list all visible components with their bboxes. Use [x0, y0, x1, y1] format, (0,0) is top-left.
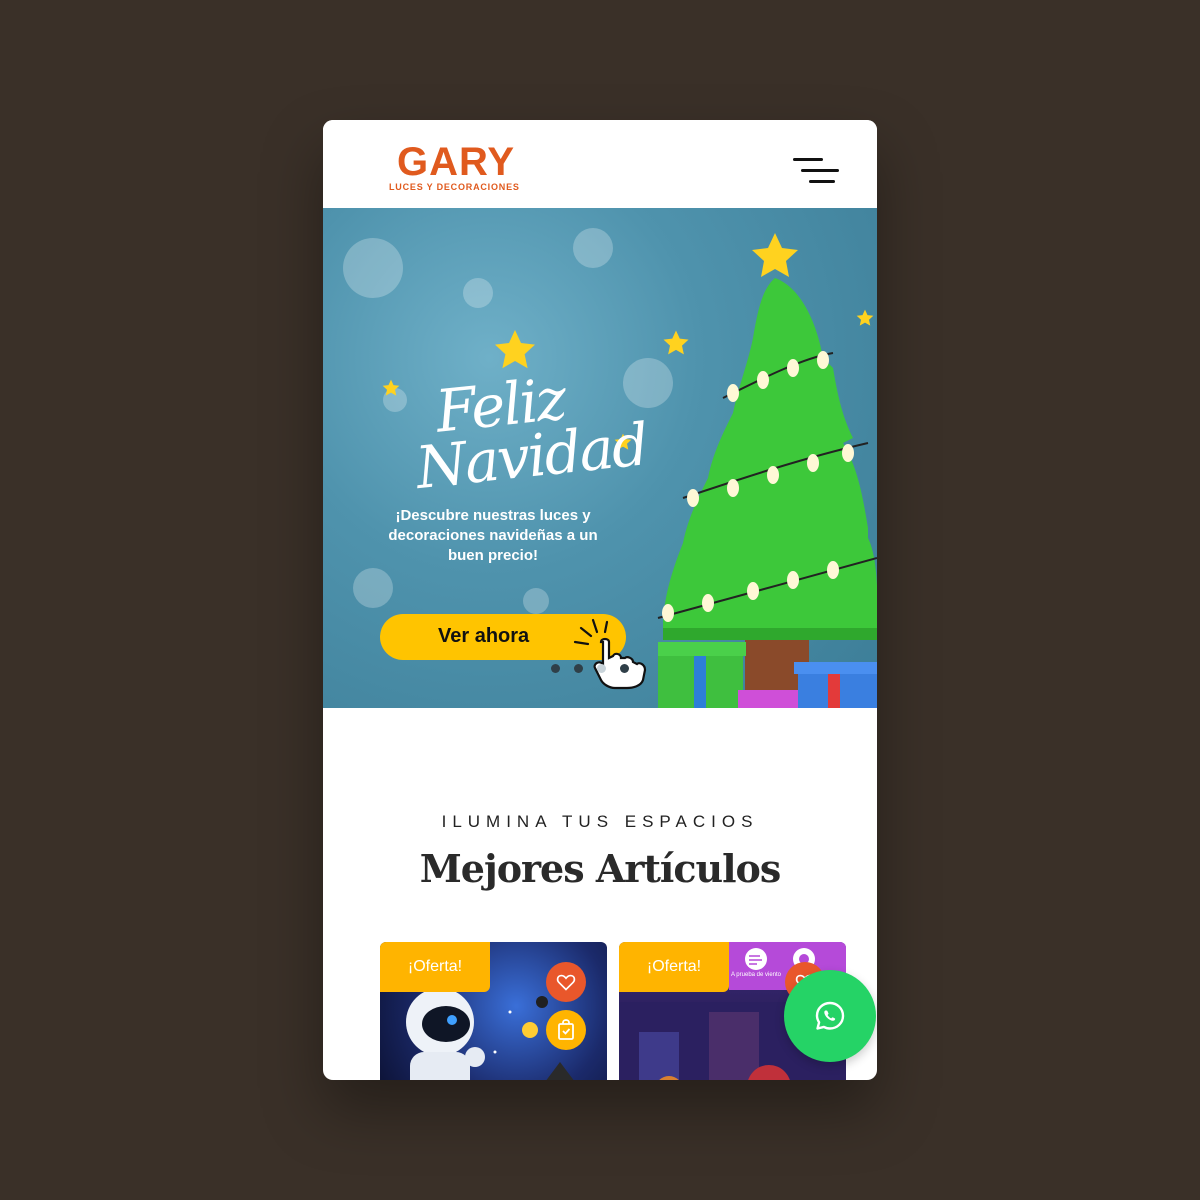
star-icon: [382, 379, 400, 396]
bokeh-light: [343, 238, 403, 298]
hero-subtitle: ¡Descubre nuestras luces y decoraciones …: [388, 507, 598, 564]
whatsapp-icon[interactable]: [784, 970, 876, 1062]
section-title: Mejores Artículos: [419, 846, 782, 891]
hero-cta-label: Ver ahora: [438, 625, 530, 647]
bokeh-light: [523, 588, 549, 614]
carousel-dot[interactable]: [551, 664, 560, 673]
gift-boxes-illustration: [658, 642, 877, 708]
bokeh-light: [353, 568, 393, 608]
offer-badge: ¡Oferta!: [619, 942, 729, 992]
wind-icon: [745, 948, 767, 970]
section-eyebrow: ILUMINA TUS ESPACIOS: [441, 812, 759, 831]
bokeh-light: [573, 228, 613, 268]
site-header: GARY LUCES Y DECORACIONES: [323, 120, 877, 208]
product-card[interactable]: ¡Oferta!: [380, 942, 607, 1080]
carousel-dot[interactable]: [620, 664, 629, 673]
brand-logo[interactable]: GARY LUCES Y DECORACIONES: [389, 140, 529, 196]
shopping-bag-icon[interactable]: [546, 1010, 586, 1050]
carousel-dot-active[interactable]: [597, 664, 606, 673]
brand-tagline: LUCES Y DECORACIONES: [389, 182, 520, 192]
mobile-viewport: GARY LUCES Y DECORACIONES Feliz Navidad …: [323, 120, 877, 1080]
brand-name: GARY: [397, 140, 516, 184]
product-feature-label: A prueba de viento: [730, 972, 782, 978]
carousel-dot[interactable]: [574, 664, 583, 673]
hamburger-menu-icon[interactable]: [793, 154, 839, 188]
hero-banner: Feliz Navidad ¡Descubre nuestras luces y…: [323, 208, 877, 708]
heart-icon[interactable]: [546, 962, 586, 1002]
pointer-hand-icon: [573, 618, 647, 690]
bokeh-light: [463, 278, 493, 308]
hero-title: Feliz Navidad: [412, 364, 651, 503]
offer-badge: ¡Oferta!: [380, 942, 490, 992]
